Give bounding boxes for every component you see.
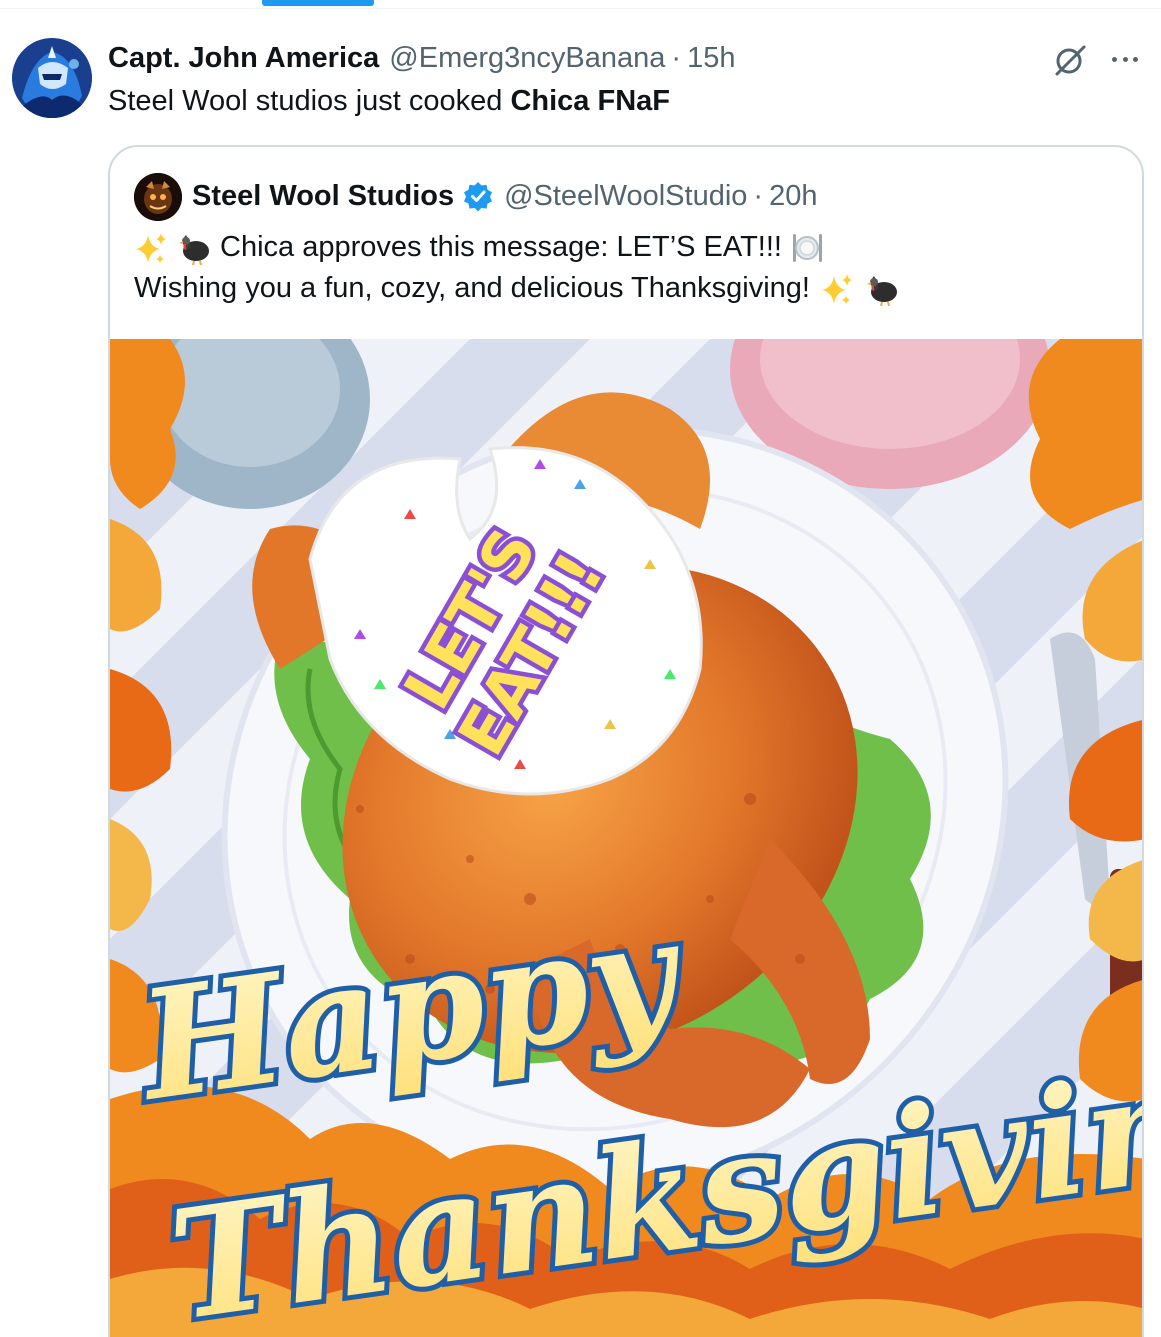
quoted-separator: · <box>753 179 764 212</box>
quoted-text-line-1: Chica approves this message: LET’S EAT!!… <box>134 227 900 268</box>
top-divider <box>0 8 1161 9</box>
sparkles-icon <box>134 231 168 265</box>
author-handle[interactable]: @Emerg3ncyBanana <box>389 42 665 75</box>
sparkles-icon <box>820 272 854 306</box>
separator: · <box>671 41 682 74</box>
quoted-author-handle[interactable]: @SteelWoolStudio <box>504 180 747 213</box>
tweet-time[interactable]: 15h <box>687 42 735 75</box>
quoted-tweet-card[interactable]: Steel Wool Studios @SteelWoolStudio · 20… <box>108 145 1144 1337</box>
quoted-text-line-2: Wishing you a fun, cozy, and delicious T… <box>134 268 900 309</box>
verified-badge-icon[interactable] <box>462 180 494 212</box>
turkey-icon <box>178 231 212 265</box>
tweet-text-bold: Chica FNaF <box>510 85 670 117</box>
quoted-line-2-text: Wishing you a fun, cozy, and delicious T… <box>134 272 810 304</box>
tweet-text: Steel Wool studios just cooked Chica FNa… <box>108 82 670 120</box>
quoted-line-1-text: Chica approves this message: LET’S EAT!!… <box>220 231 782 263</box>
grok-icon[interactable] <box>1052 42 1088 78</box>
page: Capt. John America @Emerg3ncyBanana · 15… <box>0 0 1161 1337</box>
avatar[interactable] <box>12 38 92 118</box>
active-tab-indicator <box>262 0 374 6</box>
thanksgiving-illustration[interactable]: LET'S EAT!!! Happy Thanksgiving! <box>110 339 1142 1337</box>
quoted-author-name[interactable]: Steel Wool Studios <box>192 180 454 213</box>
quoted-avatar[interactable] <box>134 173 182 221</box>
tweet-text-plain: Steel Wool studios just cooked <box>108 85 511 117</box>
quoted-header: Steel Wool Studios @SteelWoolStudio · 20… <box>192 175 817 217</box>
quoted-time[interactable]: 20h <box>769 180 817 213</box>
plate-icon <box>790 231 824 265</box>
quoted-text: Chica approves this message: LET’S EAT!!… <box>134 227 900 309</box>
tweet-header: Capt. John America @Emerg3ncyBanana · 15… <box>108 38 735 78</box>
avatar-image <box>12 38 92 118</box>
author-name[interactable]: Capt. John America <box>108 42 379 75</box>
more-options-icon[interactable] <box>1108 44 1142 74</box>
turkey-icon <box>866 272 900 306</box>
